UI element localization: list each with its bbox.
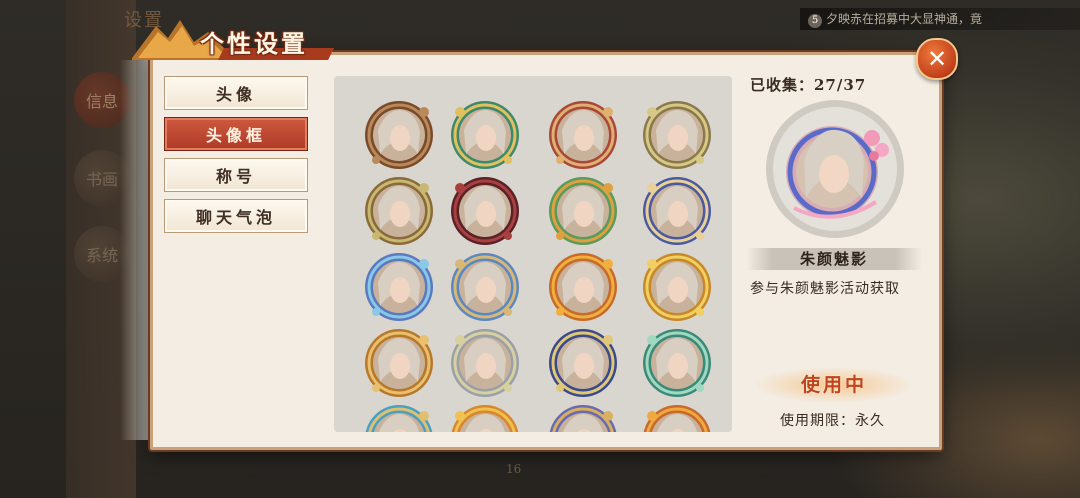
- window-title: 个性设置: [200, 29, 308, 58]
- avatar-frame-icon: [643, 177, 711, 245]
- expiry-text: 使用期限：永久: [780, 413, 885, 429]
- avatar-frame-item[interactable]: [446, 400, 524, 432]
- avatar-frame-item[interactable]: [544, 400, 622, 432]
- avatar-frame-item[interactable]: [544, 96, 622, 174]
- avatar-frame-icon: [549, 405, 617, 432]
- avatar-frame-item[interactable]: [638, 248, 716, 326]
- avatar-frame-icon: [643, 253, 711, 321]
- avatar-frame-item[interactable]: [638, 400, 716, 432]
- avatar-frame-icon: [451, 253, 519, 321]
- avatar-frame-item[interactable]: [446, 248, 524, 326]
- tab-title[interactable]: 称号: [164, 158, 308, 192]
- avatar-frame-item[interactable]: [446, 324, 524, 402]
- item-description: 参与朱颜魅影活动获取: [750, 281, 900, 297]
- avatar-frame-item[interactable]: [360, 400, 438, 432]
- avatar-frame-icon: [549, 253, 617, 321]
- item-name: 朱颜魅影: [746, 248, 922, 270]
- close-button[interactable]: ✕: [916, 38, 958, 80]
- in-use-status-button[interactable]: 使用中: [756, 368, 912, 402]
- avatar-frame-icon: [643, 329, 711, 397]
- category-tabs: 头像 头像框 称号 聊天气泡: [164, 76, 308, 240]
- avatar-frame-item[interactable]: [360, 324, 438, 402]
- avatar-frame-icon: [365, 101, 433, 169]
- avatar-frame-icon: [643, 101, 711, 169]
- scrolling-notice: 5 夕映赤在招募中大显神通，竟: [800, 8, 1080, 30]
- avatar-frame-item[interactable]: [360, 248, 438, 326]
- avatar-frame-item[interactable]: [638, 324, 716, 402]
- avatar-frame-item[interactable]: [544, 324, 622, 402]
- tab-chat-bubble[interactable]: 聊天气泡: [164, 199, 308, 233]
- notice-badge: 5: [808, 14, 822, 28]
- avatar-frame-item[interactable]: [446, 172, 524, 250]
- avatar-frame-icon: [451, 101, 519, 169]
- avatar-frame-item[interactable]: [446, 96, 524, 174]
- avatar-frame-icon: [643, 405, 711, 432]
- avatar-frame-item[interactable]: [360, 172, 438, 250]
- avatar-frame-item[interactable]: [638, 96, 716, 174]
- tab-avatar-frame[interactable]: 头像框: [164, 117, 308, 151]
- avatar-frame-icon: [365, 329, 433, 397]
- avatar-frame-item[interactable]: [544, 172, 622, 250]
- tab-avatar[interactable]: 头像: [164, 76, 308, 110]
- avatar-frame-icon: [451, 177, 519, 245]
- avatar-frame-icon: [549, 101, 617, 169]
- avatar-frame-icon: [451, 329, 519, 397]
- avatar-frame-icon: [549, 329, 617, 397]
- close-icon: ✕: [926, 45, 948, 73]
- avatar-frame-grid[interactable]: [334, 76, 732, 432]
- avatar-frame-icon: [365, 253, 433, 321]
- avatar-frame-item[interactable]: [360, 96, 438, 174]
- notice-text: 夕映赤在招募中大显神通，竟: [826, 12, 983, 26]
- collected-count: 已收集：27/37: [750, 76, 867, 94]
- avatar-frame-icon: [365, 405, 433, 432]
- avatar-frame-icon: [549, 177, 617, 245]
- background-page-number: 16: [506, 462, 522, 476]
- avatar-frame-item[interactable]: [638, 172, 716, 250]
- avatar-frame-icon: [451, 405, 519, 432]
- avatar-frame-icon: [365, 177, 433, 245]
- selected-frame-preview: [766, 100, 904, 238]
- avatar-frame-item[interactable]: [544, 248, 622, 326]
